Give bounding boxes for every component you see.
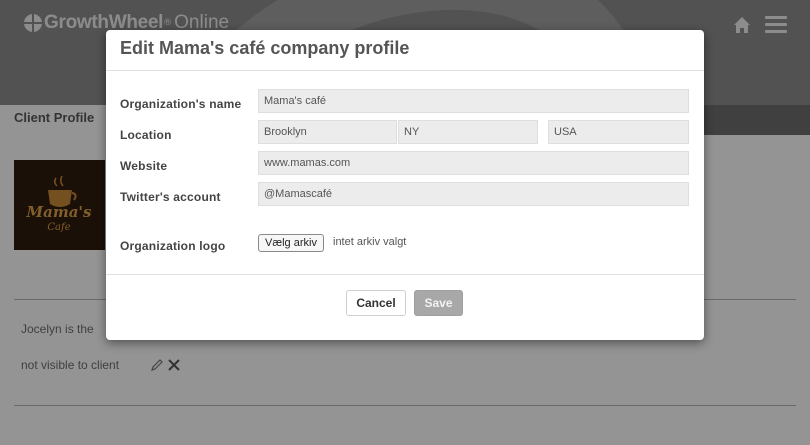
dialog-title: Edit Mama's café company profile	[120, 38, 410, 58]
location-country-input[interactable]	[548, 120, 689, 144]
org-name-input[interactable]	[258, 89, 689, 113]
cancel-button[interactable]: Cancel	[346, 290, 406, 316]
dialog-footer-divider	[106, 274, 704, 275]
website-input[interactable]	[258, 151, 689, 175]
logo-label: Organization logo	[120, 239, 226, 253]
file-status-text: intet arkiv valgt	[333, 236, 407, 248]
location-city-input[interactable]	[258, 120, 397, 144]
dialog-header-divider	[106, 70, 704, 71]
twitter-input[interactable]	[258, 182, 689, 206]
website-label: Website	[120, 159, 168, 173]
choose-file-button[interactable]: Vælg arkiv	[258, 234, 324, 252]
location-label: Location	[120, 128, 172, 142]
org-name-label: Organization's name	[120, 97, 242, 111]
save-button[interactable]: Save	[414, 290, 463, 316]
twitter-label: Twitter's account	[120, 190, 221, 204]
location-state-input[interactable]	[398, 120, 538, 144]
edit-profile-dialog: Edit Mama's café company profile Organiz…	[106, 30, 704, 340]
